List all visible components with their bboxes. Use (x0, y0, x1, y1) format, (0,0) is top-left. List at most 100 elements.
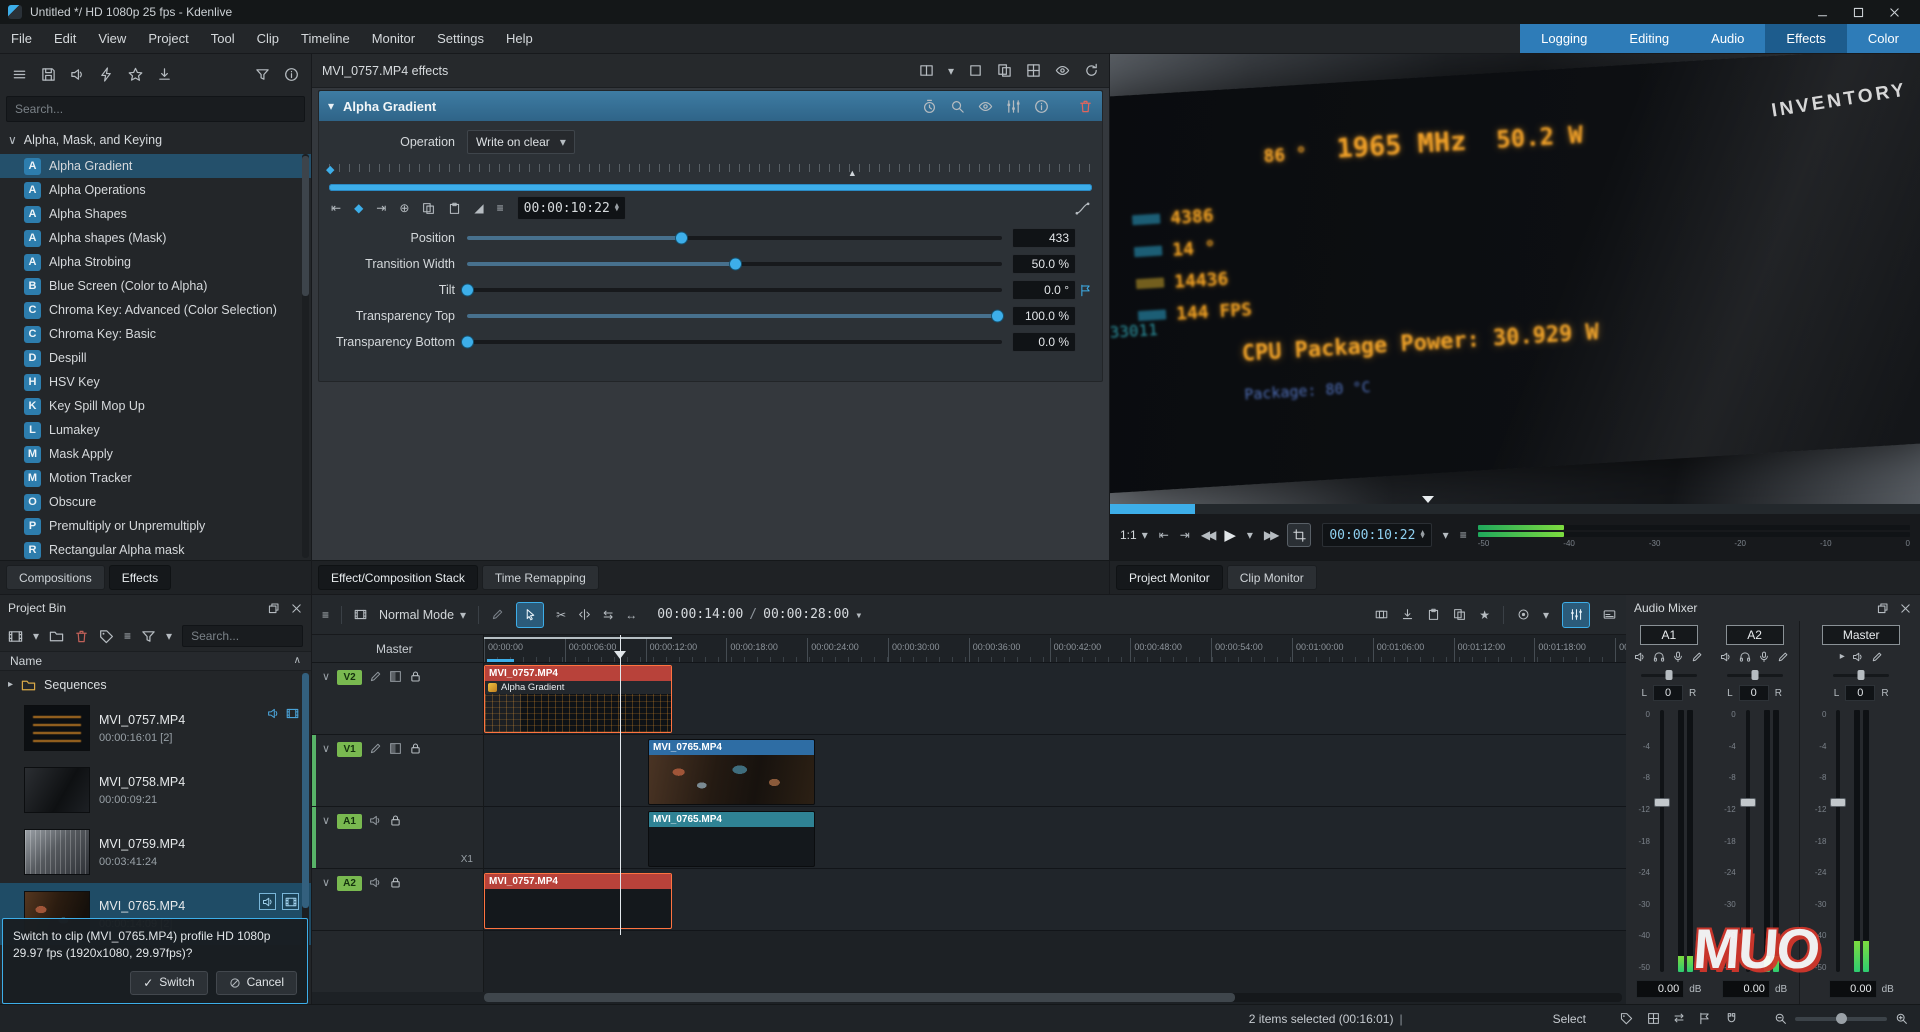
menu-item[interactable]: Edit (43, 24, 87, 53)
chevron-down-icon[interactable]: ▾ (948, 65, 954, 77)
spacer-tool-icon[interactable] (578, 608, 591, 621)
menu-item[interactable]: Tool (200, 24, 246, 53)
project-monitor-video[interactable]: 86 ° 1965 MHz 50.2 W 4386 14 ° 14436 144… (1110, 54, 1920, 504)
split-compare-icon[interactable] (919, 63, 934, 78)
monitor-timecode[interactable]: 00:00:10:22 ▲▼ (1322, 523, 1431, 547)
transparency-top-value[interactable]: 100.0 % (1012, 306, 1076, 326)
panel-tab[interactable]: Effect/Composition Stack (318, 565, 478, 590)
audio-icon[interactable] (267, 707, 280, 720)
clip-effect-row[interactable]: Alpha Gradient (485, 681, 671, 694)
lock-icon[interactable] (389, 814, 402, 827)
transparency-bottom-value[interactable]: 0.0 % (1012, 332, 1076, 352)
zone-mode-button[interactable] (1287, 523, 1311, 547)
zone-end-icon[interactable]: ⇥ (1180, 529, 1190, 541)
add-keyframe-icon[interactable]: ◆ (354, 202, 363, 214)
video-icon[interactable] (282, 893, 299, 910)
menu-item[interactable]: Project (137, 24, 199, 53)
tilt-slider[interactable] (467, 282, 1002, 298)
insert-zone-icon[interactable] (1401, 608, 1414, 621)
track-badge[interactable]: V1 (337, 742, 362, 757)
workspace-tab[interactable]: Audio (1690, 24, 1765, 53)
pan-value[interactable]: 0 (1653, 685, 1683, 701)
delete-icon[interactable] (74, 629, 89, 644)
effect-list-item[interactable]: K Key Spill Mop Up (0, 394, 311, 418)
paste-keyframes-icon[interactable] (448, 202, 461, 215)
audio-icon[interactable] (259, 893, 276, 910)
lock-icon[interactable] (389, 876, 402, 889)
monitor-seekbar[interactable] (1110, 504, 1920, 514)
interpolation-icon[interactable]: ◢ (474, 202, 483, 214)
pan-slider[interactable] (1641, 670, 1697, 680)
eye-icon[interactable] (1055, 63, 1070, 78)
menu-item[interactable]: Timeline (290, 24, 361, 53)
db-value[interactable]: 0.00 (1636, 980, 1684, 998)
chevron-down-icon[interactable]: ▾ (1543, 609, 1549, 621)
effect-list-item[interactable]: C Chroma Key: Basic (0, 322, 311, 346)
info-icon[interactable] (1034, 99, 1049, 114)
position-slider[interactable] (467, 230, 1002, 246)
collapse-chevron-icon[interactable]: ∨ (322, 814, 330, 829)
favorite-effects-icon[interactable]: ★ (1479, 609, 1490, 621)
effect-list-item[interactable]: M Mask Apply (0, 442, 311, 466)
effect-list-item[interactable]: B Blue Screen (Color to Alpha) (0, 274, 311, 298)
timeline-tracks[interactable]: MVI_0757.MP4 Alpha Gradient MVI_0765.MP4… (484, 663, 1626, 992)
filter-icon[interactable] (141, 629, 156, 644)
collapse-chevron-icon[interactable]: ▾ (328, 100, 334, 112)
collapse-chevron-icon[interactable]: ∨ (322, 670, 330, 685)
play-icon[interactable]: ▶ (1224, 528, 1236, 543)
snap-magnet-icon[interactable] (1725, 1012, 1738, 1025)
collapse-chevron-icon[interactable]: ∨ (322, 742, 330, 757)
bin-column-header[interactable]: Name ∧ (0, 651, 311, 671)
composite-icon[interactable] (389, 670, 402, 683)
pencil-icon[interactable] (369, 670, 382, 683)
reset-effect-icon[interactable] (1084, 63, 1099, 78)
monitor-menu-icon[interactable]: ≡ (1460, 529, 1467, 541)
timeline-menu-icon[interactable]: ≡ (322, 609, 329, 621)
menu-item[interactable]: Monitor (361, 24, 426, 53)
operation-dropdown[interactable]: Write on clear ▾ (467, 130, 575, 154)
speaker-icon[interactable] (70, 67, 85, 82)
menu-item[interactable]: Settings (426, 24, 495, 53)
track-header-a1[interactable]: ∨ A1 X1 (312, 807, 483, 869)
minimize-button[interactable] (1804, 1, 1840, 23)
play-options-chevron-icon[interactable]: ▾ (1247, 529, 1253, 541)
effect-list-item[interactable]: P Premultiply or Unpremultiply (0, 514, 311, 538)
delete-effect-icon[interactable] (1078, 99, 1093, 114)
track-header-a2[interactable]: ∨ A2 (312, 869, 483, 931)
zone-start-icon[interactable]: ⇤ (1159, 529, 1169, 541)
undock-icon[interactable] (267, 602, 280, 615)
panel-tab[interactable]: Effects (109, 565, 171, 590)
view-options-icon[interactable]: ≡ (124, 630, 131, 642)
effect-list-item[interactable]: A Alpha Operations (0, 178, 311, 202)
next-keyframe-icon[interactable]: ⇥ (376, 202, 386, 214)
solo-icon[interactable] (1653, 651, 1665, 663)
workspace-tab[interactable]: Editing (1608, 24, 1690, 53)
overwrite-zone-icon[interactable] (1427, 608, 1440, 621)
menu-icon[interactable] (12, 67, 27, 82)
curve-editor-icon[interactable] (1075, 201, 1090, 216)
close-icon[interactable] (1899, 602, 1912, 615)
tag-icon[interactable] (99, 629, 114, 644)
columns-icon[interactable] (1026, 63, 1041, 78)
effects-category[interactable]: ∨ Alpha, Mask, and Keying (0, 128, 311, 152)
track-badge[interactable]: A1 (337, 814, 362, 829)
copy-effect-icon[interactable] (997, 63, 1012, 78)
bin-clip-row[interactable]: MVI_0757.MP4 00:00:16:01 [2] (0, 697, 311, 759)
subtitle-icon[interactable] (1603, 608, 1616, 621)
effect-list-item[interactable]: A Alpha Gradient (0, 154, 311, 178)
bolt-icon[interactable] (99, 67, 114, 82)
keyframe-timecode[interactable]: 00:00:10:22 ▲▼ (517, 196, 626, 220)
collapse-chevron-icon[interactable]: ∨ (322, 876, 330, 891)
zoom-out-icon[interactable] (1774, 1012, 1787, 1025)
center-keyframe-icon[interactable]: ⊕ (399, 202, 409, 214)
effect-list-item[interactable]: L Lumakey (0, 418, 311, 442)
info-icon[interactable] (284, 67, 299, 82)
timeline-clip-a1[interactable]: MVI_0765.MP4 (648, 811, 815, 867)
add-clip-icon[interactable] (8, 629, 23, 644)
keyframe-zoombar[interactable] (329, 184, 1092, 191)
effect-list-item[interactable]: A Alpha shapes (Mask) (0, 226, 311, 250)
zone-icon[interactable] (968, 63, 983, 78)
mix-clips-icon[interactable] (1375, 608, 1388, 621)
fader-handle[interactable] (1740, 798, 1756, 807)
composite-icon[interactable] (389, 742, 402, 755)
